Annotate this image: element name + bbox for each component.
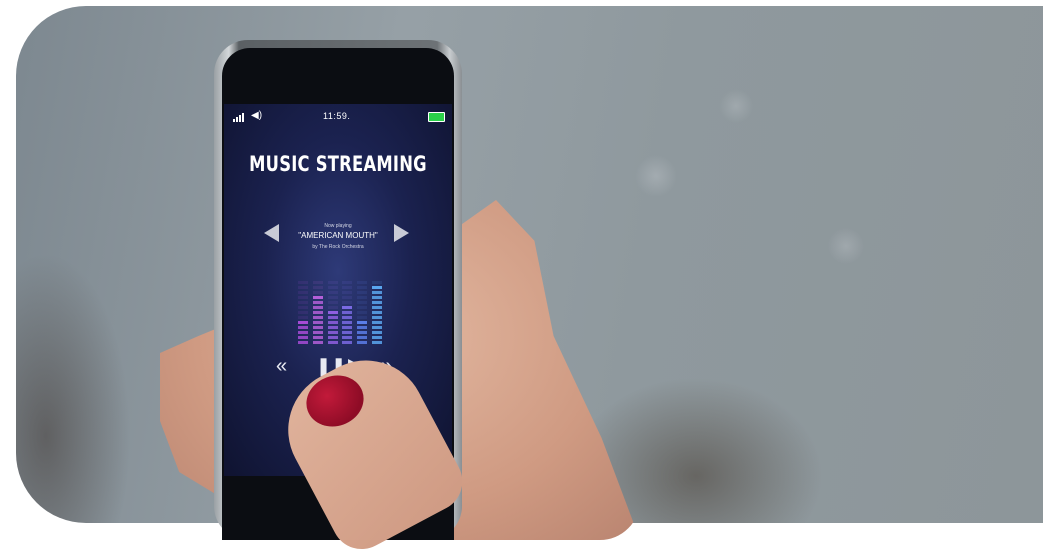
equalizer-segment xyxy=(357,286,368,289)
equalizer-segment xyxy=(372,341,382,344)
equalizer-segment xyxy=(312,291,323,294)
equalizer-segment xyxy=(312,326,323,329)
equalizer-segment xyxy=(298,301,308,304)
equalizer-segment xyxy=(327,286,338,289)
equalizer-segment xyxy=(312,311,323,314)
equalizer-segment xyxy=(298,306,308,309)
equalizer-segment xyxy=(327,296,338,299)
equalizer-segment xyxy=(298,341,308,344)
equalizer-segment xyxy=(298,281,308,284)
equalizer-segment xyxy=(327,336,338,339)
equalizer-segment xyxy=(342,306,353,309)
equalizer-segment xyxy=(327,291,338,294)
signal-icon xyxy=(233,113,245,122)
equalizer-segment xyxy=(312,336,323,339)
battery-icon xyxy=(428,112,445,122)
equalizer-segment xyxy=(372,311,382,314)
equalizer-bar xyxy=(357,276,368,344)
equalizer-segment xyxy=(372,301,382,304)
song-title: "AMERICAN MOUTH" xyxy=(298,231,378,240)
equalizer-segment xyxy=(342,316,353,319)
equalizer-segment xyxy=(372,336,382,339)
equalizer-segment xyxy=(342,326,353,329)
status-time: 11:59. xyxy=(323,111,351,121)
equalizer-segment xyxy=(342,336,353,339)
equalizer-segment xyxy=(327,316,338,319)
equalizer-segment xyxy=(372,331,382,334)
equalizer-segment xyxy=(357,331,368,334)
equalizer-segment xyxy=(372,326,382,329)
equalizer-segment xyxy=(372,286,382,289)
equalizer-segment xyxy=(372,281,382,284)
equalizer-segment xyxy=(298,296,308,299)
now-playing-label: Now playing xyxy=(324,223,352,229)
equalizer-segment xyxy=(357,311,368,314)
rewind-icon[interactable]: « xyxy=(276,354,287,378)
artist-name: by The Rock Orchestra xyxy=(312,244,364,250)
equalizer-segment xyxy=(357,301,368,304)
equalizer-bar xyxy=(342,276,353,344)
equalizer-segment xyxy=(312,281,323,284)
equalizer-bar xyxy=(327,276,338,344)
equalizer-segment xyxy=(357,296,368,299)
equalizer-segment xyxy=(357,341,368,344)
equalizer-segment xyxy=(357,291,368,294)
equalizer-segment xyxy=(327,331,338,334)
equalizer-segment xyxy=(312,341,323,344)
equalizer xyxy=(298,276,382,344)
equalizer-segment xyxy=(327,311,338,314)
equalizer-segment xyxy=(298,331,308,334)
equalizer-segment xyxy=(342,296,353,299)
equalizer-segment xyxy=(298,286,308,289)
app-title: MUSIC STREAMING xyxy=(249,152,427,176)
equalizer-segment xyxy=(312,331,323,334)
equalizer-segment xyxy=(312,296,323,299)
equalizer-segment xyxy=(372,296,382,299)
equalizer-segment xyxy=(298,311,308,314)
equalizer-segment xyxy=(312,306,323,309)
equalizer-segment xyxy=(312,301,323,304)
equalizer-segment xyxy=(342,291,353,294)
equalizer-segment xyxy=(342,281,353,284)
volume-icon: ◀) xyxy=(251,110,263,121)
equalizer-segment xyxy=(298,321,308,324)
equalizer-segment xyxy=(298,326,308,329)
equalizer-segment xyxy=(327,281,338,284)
equalizer-segment xyxy=(357,326,368,329)
equalizer-segment xyxy=(357,321,368,324)
equalizer-segment xyxy=(312,286,323,289)
equalizer-segment xyxy=(327,321,338,324)
equalizer-segment xyxy=(327,301,338,304)
equalizer-segment xyxy=(342,341,353,344)
equalizer-segment xyxy=(342,286,353,289)
equalizer-segment xyxy=(327,306,338,309)
equalizer-segment xyxy=(327,341,338,344)
equalizer-bar xyxy=(372,276,382,344)
equalizer-segment xyxy=(357,281,368,284)
equalizer-segment xyxy=(342,331,353,334)
equalizer-segment xyxy=(372,306,382,309)
equalizer-bar xyxy=(312,276,323,344)
equalizer-segment xyxy=(342,301,353,304)
equalizer-segment xyxy=(372,321,382,324)
status-bar: ◀) 11:59. xyxy=(224,110,452,124)
equalizer-segment xyxy=(327,326,338,329)
equalizer-segment xyxy=(357,306,368,309)
equalizer-segment xyxy=(342,311,353,314)
equalizer-segment xyxy=(298,316,308,319)
equalizer-segment xyxy=(298,336,308,339)
equalizer-segment xyxy=(372,291,382,294)
equalizer-segment xyxy=(298,291,308,294)
equalizer-bar xyxy=(298,276,308,344)
equalizer-segment xyxy=(342,321,353,324)
equalizer-segment xyxy=(357,316,368,319)
equalizer-segment xyxy=(372,316,382,319)
equalizer-segment xyxy=(312,316,323,319)
equalizer-segment xyxy=(312,321,323,324)
equalizer-segment xyxy=(357,336,368,339)
